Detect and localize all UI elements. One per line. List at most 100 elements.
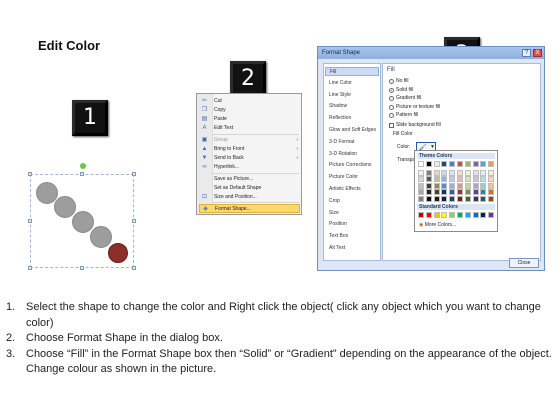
resize-handle[interactable] [28, 172, 32, 176]
radio-button[interactable] [389, 87, 394, 93]
nav-item[interactable]: Alt Text [325, 244, 379, 253]
color-swatch[interactable] [441, 169, 448, 176]
color-swatch[interactable] [480, 212, 487, 218]
color-swatch[interactable] [441, 176, 448, 183]
color-swatch[interactable] [472, 182, 479, 189]
color-swatch[interactable] [457, 212, 463, 218]
color-swatch[interactable] [488, 169, 495, 176]
color-swatch[interactable] [480, 189, 487, 196]
color-swatch[interactable] [457, 196, 463, 202]
color-swatch[interactable] [418, 176, 424, 183]
nav-item[interactable]: Size [325, 209, 379, 218]
resize-handle[interactable] [80, 266, 84, 270]
color-swatch[interactable] [433, 196, 440, 202]
shape-circle[interactable] [90, 226, 112, 248]
color-swatch[interactable] [425, 161, 432, 167]
color-swatch[interactable] [433, 161, 440, 167]
color-swatch[interactable] [472, 196, 479, 202]
help-button[interactable]: ? [522, 49, 531, 57]
color-swatch[interactable] [449, 182, 456, 189]
color-swatch[interactable] [464, 196, 471, 202]
menu-item[interactable]: ▤ Paste [199, 115, 300, 124]
color-swatch[interactable] [464, 161, 471, 167]
color-swatch[interactable] [425, 212, 432, 218]
nav-item[interactable]: Fill [325, 67, 379, 76]
color-swatch[interactable] [441, 161, 448, 167]
resize-handle[interactable] [80, 172, 84, 176]
nav-item[interactable]: Line Color [325, 79, 379, 88]
shape-circle-selected[interactable] [108, 243, 128, 263]
color-swatch[interactable] [472, 189, 479, 196]
resize-handle[interactable] [28, 219, 32, 223]
radio-button[interactable] [389, 113, 394, 118]
menu-item[interactable]: ▣ Group › [199, 136, 300, 145]
menu-item[interactable]: Save as Picture... [199, 175, 300, 184]
color-swatch[interactable] [457, 161, 463, 167]
nav-item[interactable]: 3-D Format [325, 138, 379, 147]
color-swatch[interactable] [457, 176, 463, 183]
color-swatch[interactable] [449, 212, 456, 218]
color-swatch[interactable] [488, 176, 495, 183]
rotation-handle[interactable] [80, 163, 86, 169]
color-swatch[interactable] [480, 169, 487, 176]
color-swatch[interactable] [464, 182, 471, 189]
color-swatch[interactable] [457, 189, 463, 196]
color-swatch[interactable] [457, 182, 463, 189]
more-colors-button[interactable]: ◉ More Colors... [419, 222, 456, 228]
color-swatch[interactable] [449, 196, 456, 202]
nav-item[interactable]: 3-D Rotation [325, 150, 379, 159]
shape-circle[interactable] [72, 211, 94, 233]
menu-item[interactable]: ▼ Send to Back › [199, 154, 300, 163]
radio-button[interactable] [389, 104, 394, 110]
color-swatch[interactable] [418, 212, 424, 218]
color-swatch[interactable] [418, 169, 424, 176]
color-swatch[interactable] [449, 189, 456, 196]
color-swatch[interactable] [441, 182, 448, 189]
nav-item[interactable]: Crop [325, 197, 379, 206]
color-swatch[interactable] [433, 212, 440, 218]
color-swatch[interactable] [425, 169, 432, 176]
color-swatch[interactable] [480, 182, 487, 189]
color-swatch[interactable] [464, 189, 471, 196]
menu-item[interactable]: Set as Default Shape [199, 184, 300, 193]
color-swatch[interactable] [472, 169, 479, 176]
color-swatch[interactable] [480, 196, 487, 202]
resize-handle[interactable] [132, 172, 136, 176]
color-swatch[interactable] [433, 176, 440, 183]
color-swatch[interactable] [449, 169, 456, 176]
close-icon[interactable]: X [533, 49, 542, 57]
color-swatch[interactable] [488, 182, 495, 189]
color-swatch[interactable] [449, 161, 456, 167]
color-swatch[interactable] [480, 176, 487, 183]
radio-button[interactable] [389, 79, 394, 84]
nav-item[interactable]: Shadow [325, 102, 379, 111]
color-swatch[interactable] [418, 196, 424, 202]
resize-handle[interactable] [132, 266, 136, 270]
color-swatch[interactable] [441, 212, 448, 218]
menu-item[interactable]: ∞ Hyperlink... [199, 163, 300, 172]
nav-item[interactable]: Text Box [325, 232, 379, 241]
close-button[interactable]: Close [509, 258, 539, 268]
menu-item[interactable]: ▲ Bring to Front › [199, 145, 300, 154]
shape-circle[interactable] [54, 196, 76, 218]
color-swatch[interactable] [472, 176, 479, 183]
nav-item[interactable]: Reflection [325, 114, 379, 123]
color-swatch[interactable] [425, 182, 432, 189]
color-swatch[interactable] [457, 169, 463, 176]
menu-item[interactable]: ❐ Copy [199, 106, 300, 115]
color-swatch[interactable] [433, 189, 440, 196]
nav-item[interactable]: Picture Corrections [325, 161, 379, 170]
color-swatch[interactable] [464, 176, 471, 183]
menu-item[interactable]: ⊡ Size and Position... [199, 193, 300, 202]
color-swatch[interactable] [488, 196, 495, 202]
menu-item[interactable]: ✂ Cut [199, 97, 300, 106]
color-swatch[interactable] [418, 189, 424, 196]
color-swatch[interactable] [449, 176, 456, 183]
color-swatch[interactable] [425, 189, 432, 196]
menu-item[interactable]: A Edit Text [199, 124, 300, 133]
color-swatch[interactable] [441, 196, 448, 202]
color-swatch[interactable] [464, 212, 471, 218]
color-swatch[interactable] [425, 196, 432, 202]
color-swatch[interactable] [441, 189, 448, 196]
color-swatch[interactable] [488, 212, 495, 218]
